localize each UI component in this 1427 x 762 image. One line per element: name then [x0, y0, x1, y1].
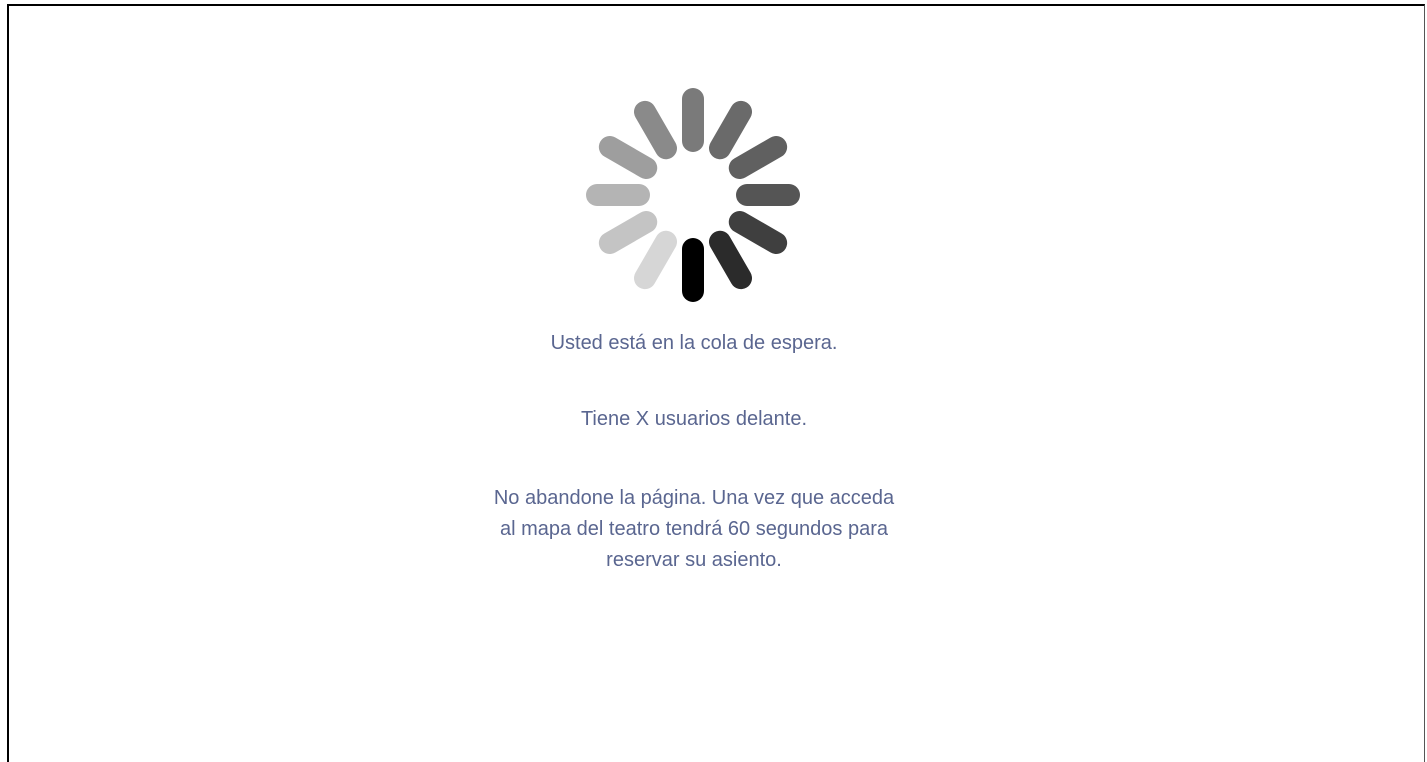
- spinner-spoke: [598, 211, 658, 254]
- spinner-spoke: [634, 230, 677, 290]
- users-ahead-text: Tiene X usuarios delante.: [580, 408, 808, 430]
- spinner-spoke: [728, 136, 788, 179]
- spinner-spoke: [598, 136, 658, 179]
- spinner-graphic: [586, 88, 800, 302]
- page-frame: Usted está en la cola de espera. Tiene X…: [7, 4, 1425, 762]
- spinner-spoke: [634, 100, 677, 160]
- loading-spinner-icon: [586, 88, 800, 302]
- spinner-spoke: [709, 230, 752, 290]
- spinner-spoke: [709, 100, 752, 160]
- queue-status-text: Usted está en la cola de espera.: [550, 332, 838, 354]
- reservation-notice-text: No abandone la página. Una vez que acced…: [493, 487, 895, 571]
- spinner-spoke: [728, 211, 788, 254]
